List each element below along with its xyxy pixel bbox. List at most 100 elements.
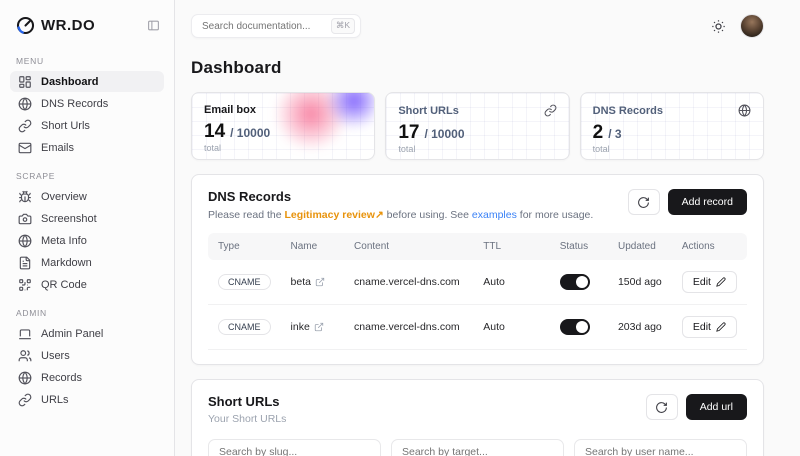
- link-icon: [544, 104, 557, 117]
- app-window: WR.DO MENU Dashboard DNS Records Short U…: [0, 0, 800, 456]
- sidebar-collapse-button[interactable]: [147, 19, 160, 32]
- short-urls-card: Short URLs Your Short URLs Add url: [191, 379, 764, 456]
- table-header-row: Type Name Content TTL Status Updated Act…: [208, 233, 747, 260]
- refresh-icon: [655, 401, 668, 414]
- globe-icon: [18, 97, 32, 111]
- sidebar-item-records[interactable]: Records: [10, 367, 164, 388]
- record-updated: 203d ago: [608, 305, 672, 350]
- record-ttl: Auto: [473, 305, 549, 350]
- refresh-urls-button[interactable]: [646, 394, 678, 420]
- camera-icon: [18, 212, 32, 226]
- stat-value: 2: [593, 122, 604, 144]
- sidebar-item-emails[interactable]: Emails: [10, 137, 164, 158]
- col-ttl: TTL: [473, 233, 549, 260]
- topbar-actions: [711, 14, 764, 38]
- stats-row: Email box 14 / 10000 total Short URLs 17…: [191, 92, 764, 160]
- nav-section-scrape-label: SCRAPE: [16, 171, 158, 181]
- record-content: cname.vercel-dns.com: [344, 260, 473, 305]
- dns-records-card: DNS Records Please read the Legitimacy r…: [191, 174, 764, 365]
- file-text-icon: [18, 256, 32, 270]
- external-link-icon: [314, 322, 324, 332]
- examples-link[interactable]: examples: [472, 209, 517, 221]
- dns-card-description: Please read the Legitimacy review↗ befor…: [208, 209, 593, 221]
- record-content: cname.vercel-dns.com: [344, 305, 473, 350]
- sidebar: WR.DO MENU Dashboard DNS Records Short U…: [0, 0, 175, 456]
- record-type-badge: CNAME: [218, 319, 271, 335]
- record-type-badge: CNAME: [218, 274, 271, 290]
- stat-value: 17: [398, 122, 419, 144]
- user-avatar[interactable]: [740, 14, 764, 38]
- stat-card-email-box[interactable]: Email box 14 / 10000 total: [191, 92, 375, 160]
- col-name: Name: [281, 233, 345, 260]
- main-content: ⌘K Dashboard Email box 14 / 10000: [175, 0, 800, 456]
- sidebar-item-short-urls[interactable]: Short Urls: [10, 115, 164, 136]
- col-updated: Updated: [608, 233, 672, 260]
- table-row: CNAME beta cname.vercel-dns.com Auto 150…: [208, 260, 747, 305]
- legitimacy-review-link[interactable]: Legitimacy review↗: [284, 209, 383, 221]
- col-type: Type: [208, 233, 281, 260]
- url-filters-row: [208, 439, 747, 456]
- table-row: CNAME inke cname.vercel-dns.com Auto 203…: [208, 305, 747, 350]
- link-icon: [18, 393, 32, 407]
- bug-icon: [18, 190, 32, 204]
- globe-icon: [738, 104, 751, 117]
- nav-section-admin-label: ADMIN: [16, 308, 158, 318]
- users-icon: [18, 349, 32, 363]
- dashboard-icon: [18, 75, 32, 89]
- panel-left-icon: [147, 19, 160, 32]
- stat-card-dns-records[interactable]: DNS Records 2 / 3 total: [580, 92, 764, 160]
- search-by-user-name-input[interactable]: [574, 439, 747, 456]
- search-by-target-input[interactable]: [391, 439, 564, 456]
- status-toggle[interactable]: [560, 319, 590, 335]
- sidebar-item-meta-info[interactable]: Meta Info: [10, 230, 164, 251]
- sidebar-item-overview[interactable]: Overview: [10, 186, 164, 207]
- stat-title: Short URLs: [398, 105, 459, 117]
- pencil-icon: [716, 322, 726, 332]
- status-toggle[interactable]: [560, 274, 590, 290]
- sidebar-item-urls[interactable]: URLs: [10, 389, 164, 410]
- short-urls-subtitle: Your Short URLs: [208, 413, 286, 425]
- external-arrow: ↗: [375, 209, 384, 221]
- sidebar-item-screenshot[interactable]: Screenshot: [10, 208, 164, 229]
- topbar: ⌘K: [191, 14, 764, 38]
- sidebar-item-qr-code[interactable]: QR Code: [10, 274, 164, 295]
- stat-caption: total: [593, 144, 751, 154]
- stat-value: 14: [204, 121, 225, 143]
- record-name-link[interactable]: inke: [291, 321, 335, 333]
- edit-record-button[interactable]: Edit: [682, 271, 737, 293]
- mail-icon: [18, 141, 32, 155]
- search-by-slug-input[interactable]: [208, 439, 381, 456]
- record-name-link[interactable]: beta: [291, 276, 335, 288]
- stat-title: DNS Records: [593, 105, 663, 117]
- stat-limit: / 10000: [424, 127, 464, 141]
- sidebar-item-dashboard[interactable]: Dashboard: [10, 71, 164, 92]
- record-ttl: Auto: [473, 260, 549, 305]
- add-record-button[interactable]: Add record: [668, 189, 747, 215]
- stat-title: Email box: [204, 104, 256, 116]
- external-link-icon: [315, 277, 325, 287]
- nav-section-menu-label: MENU: [16, 56, 158, 66]
- search-box[interactable]: ⌘K: [191, 14, 361, 38]
- refresh-records-button[interactable]: [628, 189, 660, 215]
- theme-toggle-button[interactable]: [711, 19, 726, 34]
- sidebar-item-admin-panel[interactable]: Admin Panel: [10, 323, 164, 344]
- qr-code-icon: [18, 278, 32, 292]
- dns-card-title: DNS Records: [208, 189, 593, 204]
- stat-caption: total: [398, 144, 556, 154]
- search-input[interactable]: [202, 21, 325, 32]
- sidebar-item-dns-records[interactable]: DNS Records: [10, 93, 164, 114]
- add-url-button[interactable]: Add url: [686, 394, 747, 420]
- toggle-knob: [576, 321, 588, 333]
- pencil-icon: [716, 277, 726, 287]
- sidebar-item-markdown[interactable]: Markdown: [10, 252, 164, 273]
- stat-limit: / 3: [608, 127, 621, 141]
- gauge-logo-icon: [16, 16, 35, 35]
- dns-records-table: Type Name Content TTL Status Updated Act…: [208, 233, 747, 350]
- col-content: Content: [344, 233, 473, 260]
- globe-icon: [18, 371, 32, 385]
- record-updated: 150d ago: [608, 260, 672, 305]
- sidebar-item-users[interactable]: Users: [10, 345, 164, 366]
- brand-logo[interactable]: WR.DO: [16, 16, 95, 35]
- stat-card-short-urls[interactable]: Short URLs 17 / 10000 total: [385, 92, 569, 160]
- edit-record-button[interactable]: Edit: [682, 316, 737, 338]
